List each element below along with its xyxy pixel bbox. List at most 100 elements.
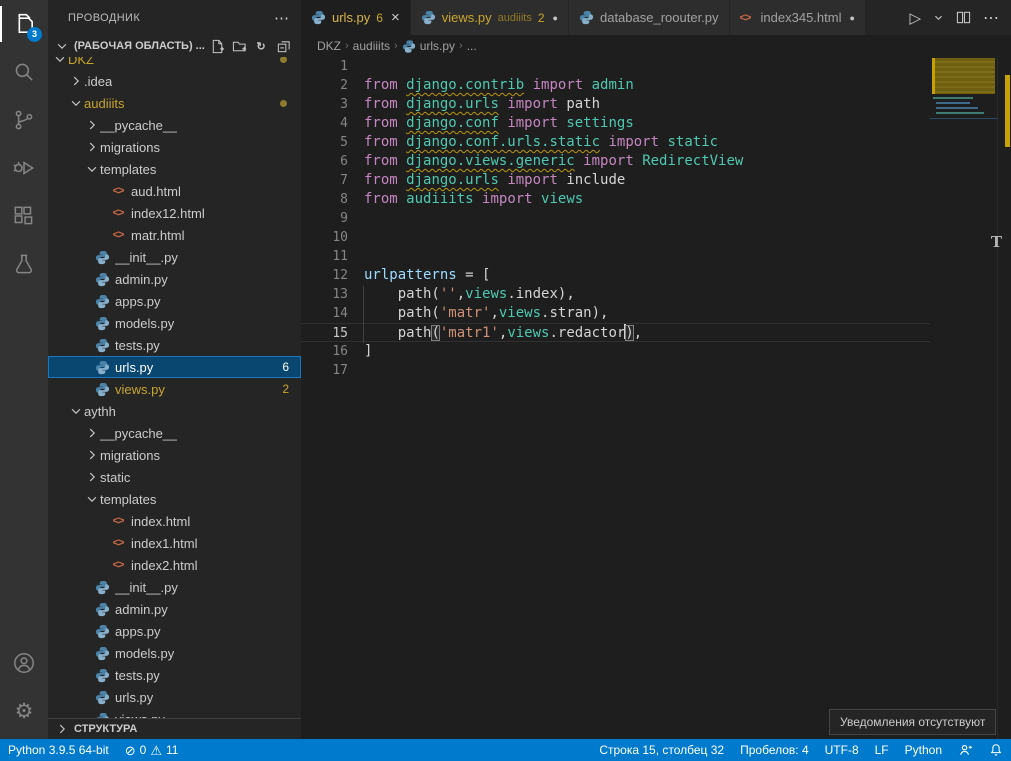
tree-item-admin-py[interactable]: admin.py	[48, 268, 301, 290]
close-icon[interactable]: ×	[391, 9, 400, 26]
indentation-status[interactable]: Пробелов: 4	[732, 739, 817, 761]
code-line-9[interactable]: 9	[301, 209, 930, 228]
editor-scrollbar[interactable]	[997, 57, 1011, 739]
tree-item--init-py[interactable]: __init__.py	[48, 246, 301, 268]
tree-item-index1-html[interactable]: <>index1.html	[48, 532, 301, 554]
extensions-activity-icon[interactable]	[0, 192, 48, 240]
problems-status[interactable]: ⊘ 0 ⚠ 11	[117, 739, 187, 761]
tree-item-label: static	[100, 470, 130, 485]
tab-urls-py[interactable]: urls.py6×	[301, 0, 411, 35]
code-line-11[interactable]: 11	[301, 247, 930, 266]
code-line-6[interactable]: 6from django.views.generic import Redire…	[301, 152, 930, 171]
tree-item-label: admin.py	[115, 602, 168, 617]
tree-item-migrations[interactable]: migrations	[48, 444, 301, 466]
new-folder-icon[interactable]	[229, 36, 249, 56]
source-control-activity-icon[interactable]	[0, 96, 48, 144]
code-line-14[interactable]: 14 path('matr',views.stran),	[301, 304, 930, 323]
code-line-15[interactable]: 15 path('matr1',views.redactor),	[301, 323, 930, 342]
run-python-file-icon[interactable]: ▷	[909, 9, 921, 27]
tree-item-urls-py[interactable]: urls.py	[48, 686, 301, 708]
tree-item-index12-html[interactable]: <>index12.html	[48, 202, 301, 224]
tree-item--pycache-[interactable]: __pycache__	[48, 114, 301, 136]
cursor-position-status[interactable]: Строка 15, столбец 32	[591, 739, 732, 761]
code-line-16[interactable]: 16]	[301, 342, 930, 361]
tree-item-dkz[interactable]: DKZ	[48, 57, 301, 70]
breadcrumb-symbol-more[interactable]: ...	[467, 39, 477, 53]
code-line-2[interactable]: 2from django.contrib import admin	[301, 76, 930, 95]
manage-activity-icon[interactable]: ⚙	[0, 687, 48, 735]
collapse-all-icon[interactable]	[273, 36, 293, 56]
more-actions-icon[interactable]: ⋯	[983, 8, 999, 28]
tab-views-py[interactable]: views.pyaudiiits2●	[411, 0, 569, 35]
code-line-4[interactable]: 4from django.conf import settings	[301, 114, 930, 133]
html-file-icon: <>	[110, 205, 126, 221]
tree-item-templates[interactable]: templates	[48, 488, 301, 510]
tree-item-audiiits[interactable]: audiiits	[48, 92, 301, 114]
code-line-7[interactable]: 7from django.urls import include	[301, 171, 930, 190]
tree-item-models-py[interactable]: models.py	[48, 642, 301, 664]
tree-item-tests-py[interactable]: tests.py	[48, 664, 301, 686]
code-line-13[interactable]: 13 path('',views.index),	[301, 285, 930, 304]
eol-status[interactable]: LF	[867, 739, 897, 761]
code-line-10[interactable]: 10	[301, 228, 930, 247]
minimap[interactable]	[930, 57, 997, 739]
accounts-activity-icon[interactable]	[0, 639, 48, 687]
notifications-bell-icon[interactable]	[981, 739, 1011, 761]
encoding-status[interactable]: UTF-8	[817, 739, 867, 761]
tree-item--init-py[interactable]: __init__.py	[48, 576, 301, 598]
tree-item-urls-py[interactable]: urls.py6	[48, 356, 301, 378]
breadcrumb-file[interactable]: urls.py	[420, 39, 455, 53]
sidebar-title-row: ПРОВОДНИК ⋯	[48, 0, 301, 35]
tab-database-roouter-py[interactable]: database_roouter.py	[569, 0, 730, 35]
code-token	[398, 191, 406, 207]
search-activity-icon[interactable]	[0, 48, 48, 96]
code-line-3[interactable]: 3from django.urls import path	[301, 95, 930, 114]
html-file-icon: <>	[740, 10, 755, 25]
minimap-code-line	[936, 107, 978, 109]
tree-item-admin-py[interactable]: admin.py	[48, 598, 301, 620]
tree-item-index2-html[interactable]: <>index2.html	[48, 554, 301, 576]
code-line-8[interactable]: 8from audiiits import views	[301, 190, 930, 209]
code-line-12[interactable]: 12urlpatterns = [	[301, 266, 930, 285]
refresh-icon[interactable]: ↻	[251, 36, 271, 56]
tree-item-templates[interactable]: templates	[48, 158, 301, 180]
tree-item-tests-py[interactable]: tests.py	[48, 334, 301, 356]
tree-item-static[interactable]: static	[48, 466, 301, 488]
testing-activity-icon[interactable]	[0, 240, 48, 288]
tree-item-models-py[interactable]: models.py	[48, 312, 301, 334]
feedback-icon[interactable]	[950, 739, 981, 761]
explorer-activity-icon[interactable]: 3	[0, 0, 48, 48]
tree-item-apps-py[interactable]: apps.py	[48, 620, 301, 642]
split-editor-icon[interactable]	[956, 10, 971, 25]
tree-item--idea[interactable]: .idea	[48, 70, 301, 92]
tree-item-aythh[interactable]: aythh	[48, 400, 301, 422]
language-mode-status[interactable]: Python	[897, 739, 950, 761]
tree-item-views-py[interactable]: views.py2	[48, 378, 301, 400]
python-file-icon	[94, 381, 110, 397]
breadcrumb-root[interactable]: DKZ	[317, 39, 341, 53]
run-and-debug-activity-icon[interactable]	[0, 144, 48, 192]
run-dropdown-chevron-icon[interactable]	[933, 12, 944, 23]
python-interpreter-status[interactable]: Python 3.9.5 64-bit	[0, 739, 117, 761]
code-line-5[interactable]: 5from django.conf.urls.static import sta…	[301, 133, 930, 152]
more-actions-icon[interactable]: ⋯	[274, 9, 289, 27]
tree-item-views-py[interactable]: views.py	[48, 708, 301, 718]
outline-section-header[interactable]: СТРУКТУРА	[48, 718, 301, 739]
tab-index345-html[interactable]: <>index345.html●	[730, 0, 866, 35]
modified-dot-icon[interactable]: ●	[553, 13, 558, 23]
tree-item-index-html[interactable]: <>index.html	[48, 510, 301, 532]
breadcrumb-folder[interactable]: audiiits	[353, 39, 390, 53]
new-file-icon[interactable]	[207, 36, 227, 56]
workspace-section-header[interactable]: (РАБОЧАЯ ОБЛАСТЬ) ... ↻	[48, 35, 301, 57]
tree-item-apps-py[interactable]: apps.py	[48, 290, 301, 312]
tree-item--pycache-[interactable]: __pycache__	[48, 422, 301, 444]
code-editor[interactable]: 12from django.contrib import admin3from …	[301, 57, 930, 380]
modified-dot-icon[interactable]: ●	[849, 13, 854, 23]
tab-label: database_roouter.py	[600, 10, 719, 25]
tree-item-matr-html[interactable]: <>matr.html	[48, 224, 301, 246]
code-line-17[interactable]: 17	[301, 361, 930, 380]
tree-item-migrations[interactable]: migrations	[48, 136, 301, 158]
code-token: import	[507, 96, 558, 112]
tree-item-aud-html[interactable]: <>aud.html	[48, 180, 301, 202]
code-line-1[interactable]: 1	[301, 57, 930, 76]
